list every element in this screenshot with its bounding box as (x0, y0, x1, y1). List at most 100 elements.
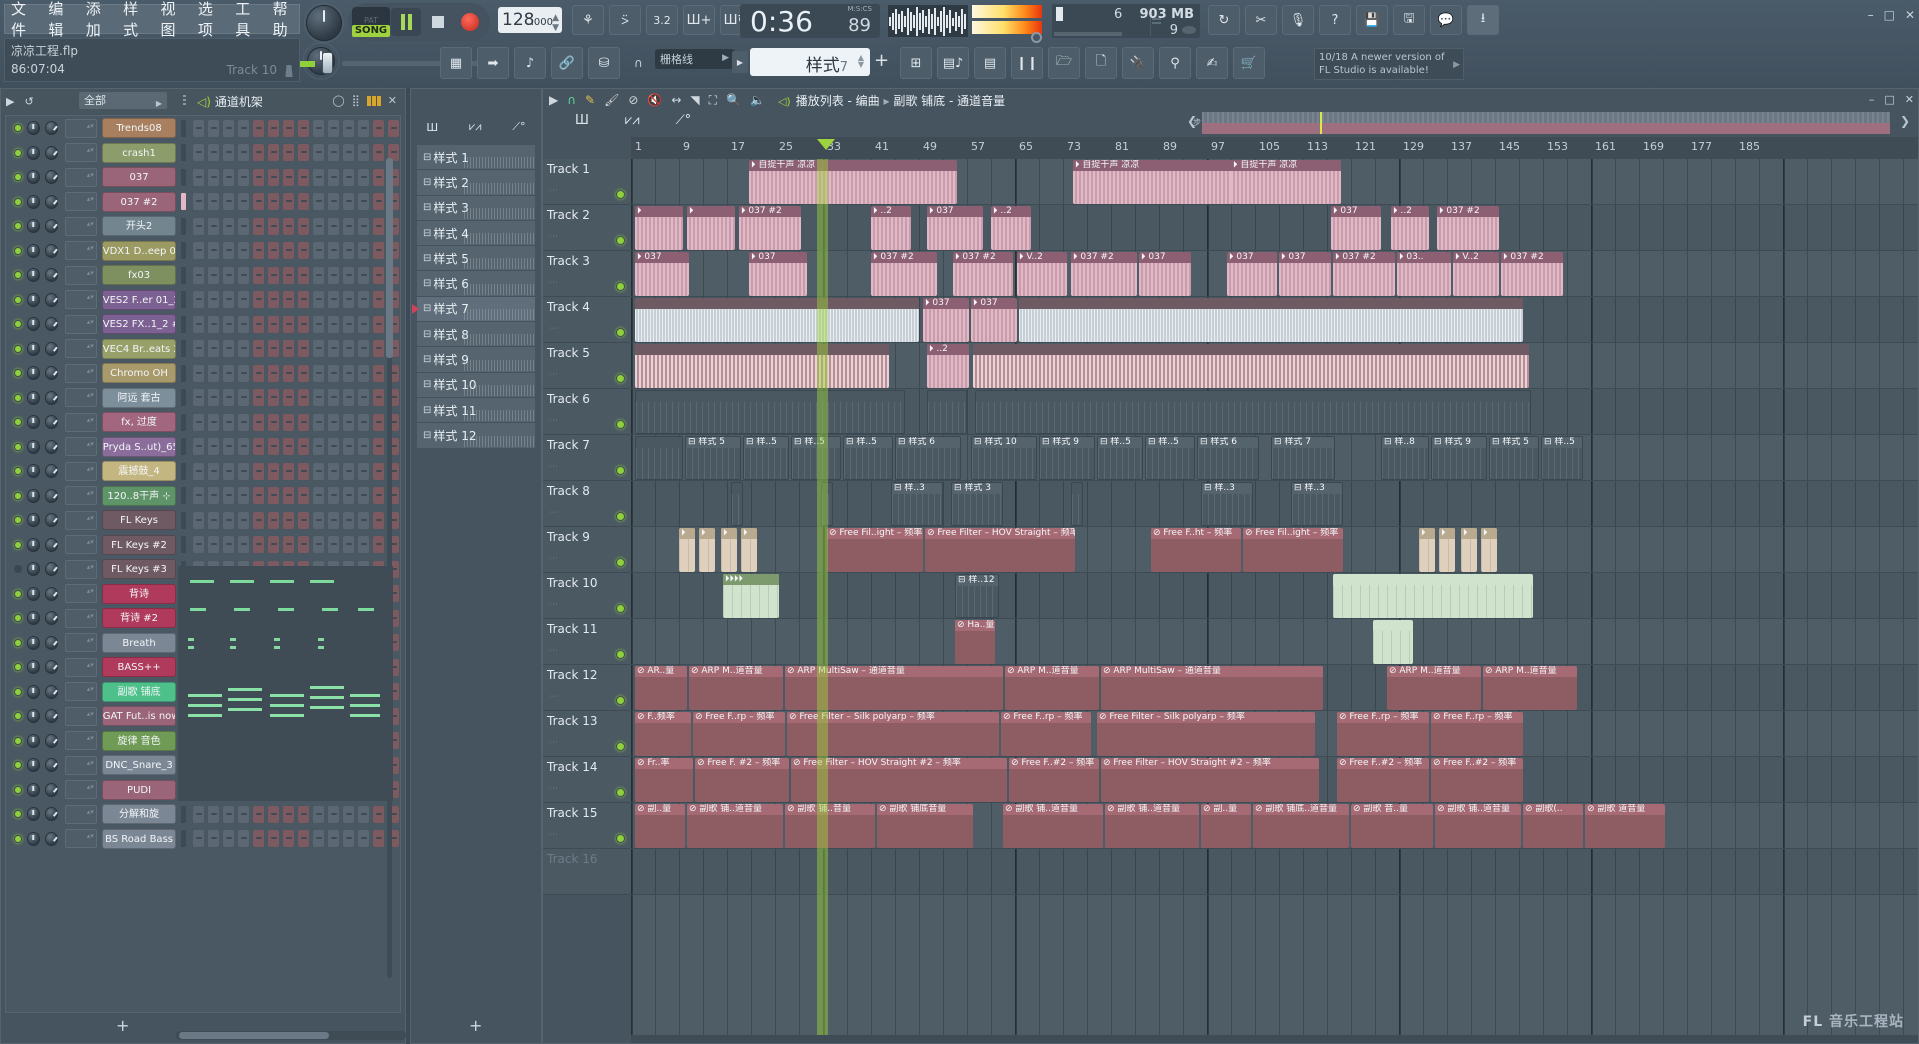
channel-mute-led[interactable] (14, 639, 22, 647)
step-button[interactable] (327, 119, 340, 138)
track-header[interactable]: Track 5⋯ (543, 343, 631, 389)
channel-mute-led[interactable] (14, 271, 22, 279)
step-button[interactable] (282, 364, 295, 383)
playlist-clip[interactable]: ⊘ 副歌 铺底..道音量 (1253, 804, 1349, 848)
step-button[interactable] (327, 339, 340, 358)
update-notice[interactable]: 10/18 A newer version of FL Studio is av… (1314, 48, 1464, 80)
step-button[interactable] (192, 143, 205, 162)
track-grip-dots-icon[interactable]: ⋯ (549, 830, 558, 840)
menu-item-edit[interactable]: 编辑 (48, 0, 74, 40)
playlist-clip[interactable]: ⊘ Free F..#2 – 频率 (1337, 758, 1429, 802)
step-button[interactable] (207, 168, 220, 187)
channel-name-button[interactable]: 开头2 (102, 216, 177, 236)
step-button[interactable] (282, 290, 295, 309)
step-button[interactable] (342, 119, 355, 138)
track-grip-dots-icon[interactable]: ⋯ (549, 600, 558, 610)
menu-item-file[interactable]: 文件 (11, 0, 37, 40)
step-button[interactable] (282, 315, 295, 334)
channel-pan-knob[interactable] (27, 219, 40, 233)
step-sequencer-row[interactable] (192, 413, 400, 432)
channel-row[interactable]: ▴▾VES2 F..er 01_2 (6, 288, 400, 313)
channel-volume-knob[interactable] (45, 807, 58, 821)
playlist-clip[interactable]: ⏵⏵⏵⏵ (723, 574, 779, 618)
channel-pan-knob[interactable] (27, 317, 40, 331)
track-enable-led[interactable] (616, 696, 625, 705)
step-button[interactable] (237, 192, 250, 211)
step-button[interactable] (342, 192, 355, 211)
menu-item-options[interactable]: 选项 (198, 0, 224, 40)
playlist-clip[interactable]: ⊟ 样..5 (1097, 436, 1143, 480)
step-button[interactable] (327, 805, 340, 824)
channel-name-button[interactable]: Chromo OH (102, 363, 177, 383)
step-button[interactable] (297, 168, 310, 187)
pattern-list-item[interactable]: ⊟样式 12 (417, 423, 535, 448)
step-button[interactable] (297, 315, 310, 334)
step-button[interactable] (252, 241, 265, 260)
countdown-icon[interactable]: 3.2 (646, 5, 678, 35)
playlist-toolbar[interactable]: ▶ ∩ ✎ 🖌 ⊘ 🔇 ↔ ◥ ⛶ 🔍 🔈 ◁)播放列表 - 编曲 ▸ 副歌 铺… (543, 89, 1918, 111)
step-button[interactable] (297, 241, 310, 260)
step-button[interactable] (192, 388, 205, 407)
close-icon[interactable]: ✕ (1905, 93, 1914, 106)
step-button[interactable] (252, 388, 265, 407)
pattern-list-item[interactable]: ⊟样式 3 (417, 196, 535, 221)
step-sequencer-row[interactable] (192, 437, 400, 456)
step-button[interactable] (327, 486, 340, 505)
paint-tool-icon[interactable]: 🖌 (604, 93, 619, 107)
step-button[interactable] (252, 486, 265, 505)
step-button[interactable] (192, 339, 205, 358)
playlist-overview-strip[interactable] (1201, 112, 1890, 134)
step-button[interactable] (357, 143, 370, 162)
step-button[interactable] (357, 364, 370, 383)
pattern-list-item[interactable]: ⊟样式 7 (417, 297, 535, 322)
scissors-icon[interactable]: ✂ (1245, 5, 1277, 35)
step-button[interactable] (267, 535, 280, 554)
step-button[interactable] (372, 339, 385, 358)
step-button[interactable] (192, 119, 205, 138)
channel-pan-knob[interactable] (27, 660, 40, 674)
playlist-clip[interactable]: ⊘ Free F..#2 – 频率 (1431, 758, 1523, 802)
track-enable-led[interactable] (616, 650, 625, 659)
channel-pan-knob[interactable] (27, 146, 40, 160)
playlist-clip[interactable]: ⏵ 037 #2 (1333, 252, 1395, 296)
channel-mute-led[interactable] (14, 712, 22, 720)
step-button[interactable] (312, 143, 325, 162)
channel-pan-knob[interactable] (27, 464, 40, 478)
playlist-clip[interactable]: ⊘ Free F..ht – 频率 (1151, 528, 1241, 572)
step-button[interactable] (357, 486, 370, 505)
track-enable-led[interactable] (616, 190, 625, 199)
step-button[interactable] (282, 143, 295, 162)
playlist-clip[interactable]: ⊟ 样式 6 (895, 436, 961, 480)
step-button[interactable] (282, 437, 295, 456)
maximize-icon[interactable]: □ (1884, 93, 1894, 106)
channel-row[interactable]: ▴▾VDX1 D..eep 01 (6, 239, 400, 264)
step-button[interactable] (207, 143, 220, 162)
track-header[interactable]: Track 8⋯ (543, 481, 631, 527)
step-button[interactable] (342, 290, 355, 309)
step-button[interactable] (192, 168, 205, 187)
step-button[interactable] (357, 119, 370, 138)
channel-volume-knob[interactable] (45, 832, 58, 846)
channel-mixer-number[interactable]: ▴▾ (65, 364, 97, 383)
channel-volume-knob[interactable] (45, 195, 58, 209)
track-header[interactable]: Track 15⋯ (543, 803, 631, 849)
channel-row[interactable]: ▴▾VES2 FX..1_2 #2 (6, 312, 400, 337)
step-button[interactable] (342, 241, 355, 260)
channel-row[interactable]: ▴▾分解和旋 (6, 802, 400, 827)
channel-volume-knob[interactable] (45, 366, 58, 380)
playlist-grid[interactable]: ⏵ 自提干声 凉凉⏵ 自提干声 凉凉⏵ 自提干声 凉凉⏵⏵⏵ 037 #2⏵ .… (631, 159, 1918, 1043)
playlist-clip[interactable]: ⊟ 样式 5 (1489, 436, 1539, 480)
save-icon[interactable]: 💾 (1356, 5, 1388, 35)
step-button[interactable] (357, 192, 370, 211)
automation-icon[interactable]: ⟋° (512, 120, 525, 134)
channel-name-button[interactable]: VES2 FX..1_2 #2 (102, 314, 177, 334)
step-button[interactable] (267, 266, 280, 285)
channel-mute-led[interactable] (14, 320, 22, 328)
playlist-clip[interactable]: ⏵ 037 (971, 298, 1017, 342)
channel-pan-knob[interactable] (27, 121, 40, 135)
step-button[interactable] (252, 266, 265, 285)
step-sequencer-row[interactable] (192, 462, 400, 481)
playlist-clip[interactable]: ⏵ ..2 (1391, 206, 1429, 250)
track-grip-dots-icon[interactable]: ⋯ (549, 416, 558, 426)
step-button[interactable] (312, 437, 325, 456)
